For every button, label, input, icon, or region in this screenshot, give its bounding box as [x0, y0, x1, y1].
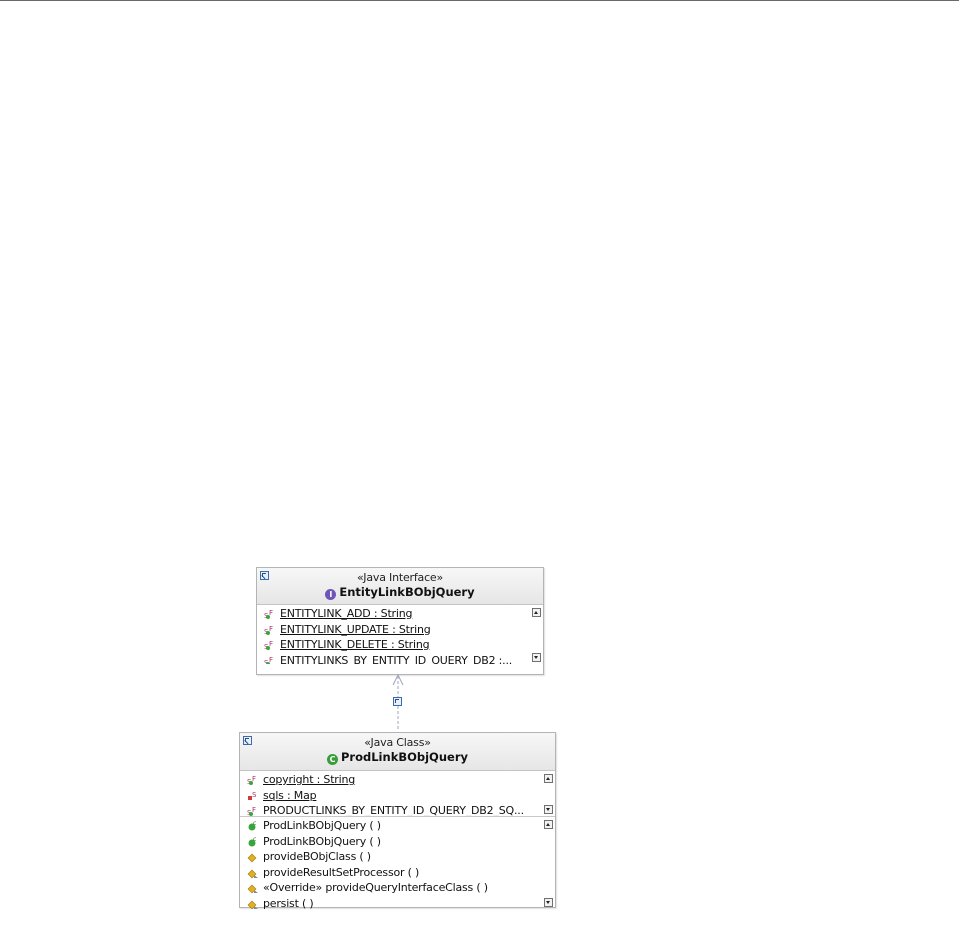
relationship-shortcut-icon [393, 697, 402, 706]
realization-relationship[interactable] [0, 0, 959, 934]
